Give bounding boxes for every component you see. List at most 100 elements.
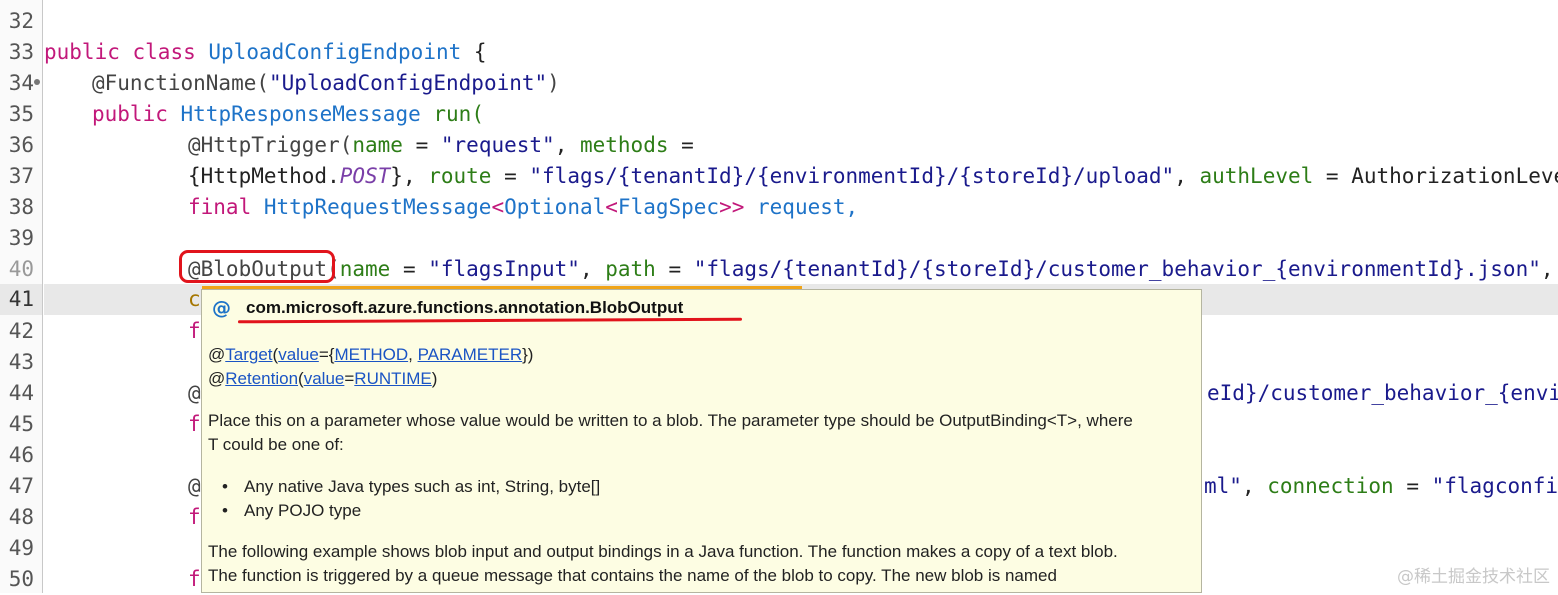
runtime-link[interactable]: RUNTIME: [354, 369, 431, 388]
type-list: • Any native Java types such as int, Stri…: [222, 475, 600, 523]
fold-marker-icon[interactable]: [34, 79, 40, 85]
line-number: 48: [8, 505, 34, 529]
list-item: • Any native Java types such as int, Stri…: [222, 477, 601, 496]
comma: ,: [579, 257, 606, 281]
operator: =: [390, 257, 429, 281]
line-number: 33: [8, 40, 34, 64]
operator: =: [402, 133, 441, 157]
code-line-40: @BlobOutput(name = "flagsInput", path = …: [188, 254, 1554, 285]
line-number: 45: [8, 412, 34, 436]
popup-header: @ com.microsoft.azure.functions.annotati…: [212, 296, 683, 320]
annotation: @HttpTrigger(: [188, 133, 353, 157]
highlight-circle-annotation: [179, 250, 335, 283]
attribute-name: route: [428, 164, 492, 188]
watermark: @稀土掘金技术社区: [1397, 567, 1550, 587]
line-number: 47: [8, 474, 34, 498]
line-number: 40: [8, 257, 34, 281]
code-line-44: @: [188, 378, 201, 409]
description-line: Place this on a parameter whose value wo…: [208, 411, 1133, 430]
annotation-qualified-name: com.microsoft.azure.functions.annotation…: [246, 298, 684, 317]
code-text: {HttpMethod.: [188, 164, 340, 188]
string-literal: "request": [440, 133, 555, 157]
operator: =: [344, 369, 355, 388]
value-link[interactable]: value: [304, 369, 345, 388]
javadoc-hover-popup[interactable]: @ com.microsoft.azure.functions.annotati…: [201, 289, 1202, 593]
attribute-name: name: [339, 257, 391, 281]
attribute-name: path: [605, 257, 656, 281]
generic-bracket: <: [605, 195, 618, 219]
generic-bracket: <: [491, 195, 505, 219]
code-line-44-tail: eId}/customer_behavior_{enviro: [1207, 378, 1558, 409]
method-link[interactable]: METHOD: [334, 345, 408, 364]
line-number: 46: [8, 443, 34, 467]
line-number: 35: [8, 102, 34, 126]
keyword: class: [132, 40, 196, 64]
list-item-text: Any native Java types such as int, Strin…: [244, 477, 601, 496]
operator: =: [1313, 164, 1352, 188]
line-number: 34: [8, 71, 34, 95]
code-line-38: final HttpRequestMessage<Optional<FlagSp…: [188, 192, 858, 223]
code-line-34: @FunctionName("UploadConfigEndpoint"): [92, 68, 560, 99]
annotation: @FunctionName(: [92, 71, 270, 95]
code-text: f: [188, 319, 201, 343]
code-text: f: [188, 412, 201, 436]
code-line-33: public class UploadConfigEndpoint {: [44, 37, 487, 68]
code-text: f: [188, 505, 201, 529]
string-literal: "flagsInput": [428, 257, 580, 281]
method-name: run(: [433, 102, 484, 126]
type-name: HttpResponseMessage: [180, 102, 421, 126]
brace: {: [473, 40, 487, 64]
paren: }): [522, 345, 534, 364]
at-sign: @: [208, 369, 226, 388]
code-line-37: {HttpMethod.POST}, route = "flags/{tenan…: [188, 161, 1558, 192]
retention-link[interactable]: Retention: [225, 369, 298, 388]
code-line-41: c: [188, 284, 201, 315]
target-link[interactable]: Target: [225, 345, 272, 364]
type-name: FlagSpec: [617, 195, 720, 219]
string-literal: ml": [1204, 474, 1242, 498]
type-name: HttpRequestMessage: [263, 195, 492, 219]
code-line-35: public HttpResponseMessage run(: [92, 99, 484, 130]
line-number: 38: [8, 195, 34, 219]
line-number: 44: [8, 381, 34, 405]
code-text: @: [188, 474, 201, 498]
description-line: The function is triggered by a queue mes…: [208, 566, 1057, 585]
line-number: 50: [8, 567, 34, 591]
paren: ): [431, 369, 438, 388]
string-literal: eId}/customer_behavior_{enviro: [1207, 381, 1558, 405]
code-line-42: f: [188, 316, 201, 347]
list-item-text: Any POJO type: [244, 501, 362, 520]
separator: ,: [408, 345, 418, 364]
keyword: final: [188, 195, 252, 219]
retention-meta-annotation: @Retention(value=RUNTIME): [208, 367, 437, 391]
keyword: public: [92, 102, 168, 126]
string-literal: "UploadConfigEndpoint": [269, 71, 548, 95]
code-text: AuthorizationLevel.: [1351, 164, 1558, 188]
line-number: 49: [8, 536, 34, 560]
line-number-gutter: 32 33 34 35 36 37 38 39 40 41 42 43 44 4…: [0, 0, 43, 593]
operator: =: [491, 164, 530, 188]
code-text: },: [390, 164, 429, 188]
operator: =: [655, 257, 694, 281]
comma: ,: [1174, 164, 1200, 188]
description-line: The following example shows blob input a…: [208, 542, 1118, 561]
value-link[interactable]: value: [278, 345, 319, 364]
description-line: T could be one of:: [208, 435, 344, 454]
comma: ,: [1241, 474, 1268, 498]
generic-bracket: >>: [719, 195, 745, 219]
line-number: 42: [8, 319, 34, 343]
attribute-name: connection: [1267, 474, 1394, 498]
string-literal: "flags/{tenantId}/{storeId}/customer_beh…: [693, 257, 1541, 281]
string-literal: "flags/{tenantId}/{environmentId}/{store…: [529, 164, 1175, 188]
code-line-50: f: [188, 564, 201, 593]
code-text: c: [188, 287, 201, 311]
code-line-48: f: [188, 502, 201, 533]
code-text: f: [188, 567, 201, 591]
line-number-current: 41: [0, 284, 42, 315]
parameter-link[interactable]: PARAMETER: [418, 345, 523, 364]
comma: ,: [554, 133, 580, 157]
line-number: 36: [8, 133, 34, 157]
target-meta-annotation: @Target(value={METHOD, PARAMETER}): [208, 343, 533, 367]
attribute-name: methods: [579, 133, 669, 157]
paren: ): [547, 71, 560, 95]
